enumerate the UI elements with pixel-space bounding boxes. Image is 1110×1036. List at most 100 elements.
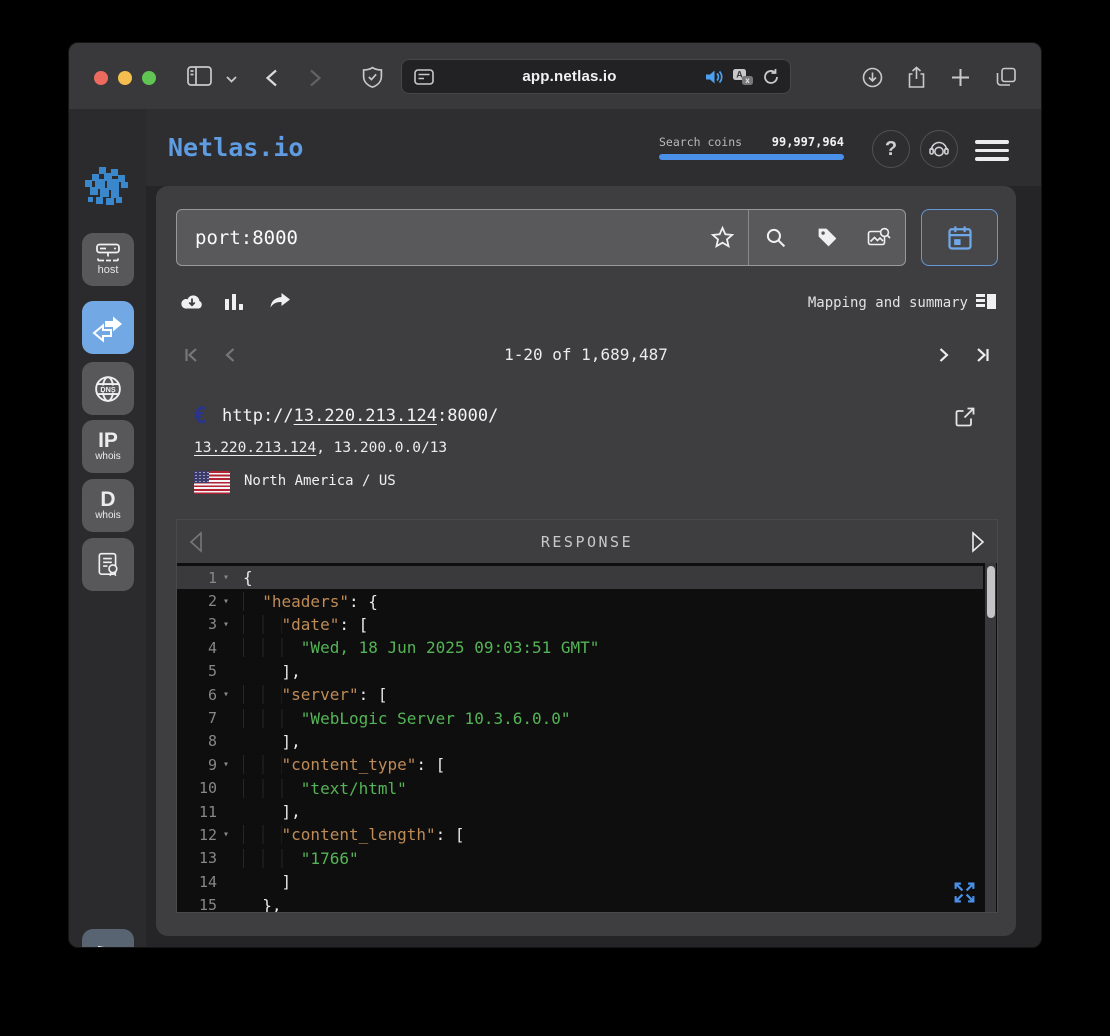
code-text: "headers": { — [235, 592, 378, 611]
calendar-icon — [946, 224, 974, 252]
expand-fullscreen-icon[interactable] — [952, 880, 977, 910]
next-page-icon[interactable] — [932, 344, 954, 371]
panel-right-arrow-icon[interactable] — [967, 530, 987, 559]
results-card: port:8000 — [156, 186, 1016, 936]
domain-whois-sublabel: whois — [95, 510, 121, 521]
line-number: 10 — [177, 779, 217, 797]
reload-icon[interactable] — [762, 68, 780, 86]
close-window-button[interactable] — [94, 71, 108, 85]
code-line: 6▾ "server": [ — [177, 683, 983, 706]
fold-toggle-icon[interactable]: ▾ — [217, 572, 235, 583]
code-scrollbar-thumb[interactable] — [987, 566, 995, 618]
tabs-overview-icon[interactable] — [996, 67, 1017, 88]
sidebar-item-response-search[interactable] — [82, 301, 134, 354]
share-icon[interactable] — [907, 66, 926, 89]
downloads-icon[interactable] — [862, 67, 883, 88]
line-number: 9 — [177, 756, 217, 774]
url-text: app.netlas.io — [434, 68, 705, 85]
sidebar-item-ip-whois[interactable]: IP whois — [82, 420, 134, 473]
search-query-text[interactable]: port:8000 — [177, 227, 696, 249]
code-text: { — [235, 568, 253, 587]
coins-value: 99,997,964 — [772, 135, 844, 149]
code-text: "Wed, 18 Jun 2025 09:03:51 GMT" — [235, 638, 599, 657]
code-text: "server": [ — [235, 685, 388, 704]
download-results-icon[interactable] — [180, 290, 204, 319]
translate-icon[interactable]: A x — [732, 68, 754, 86]
last-page-icon[interactable] — [969, 344, 991, 371]
shield-icon[interactable] — [361, 66, 384, 89]
code-scrollbar[interactable] — [985, 563, 996, 912]
sidebar-item-dns[interactable]: DNS — [82, 362, 134, 415]
ip-link[interactable]: 13.220.213.124 — [194, 440, 316, 456]
code-text: "date": [ — [235, 615, 368, 634]
support-button[interactable] — [920, 130, 958, 168]
netlas-logo[interactable] — [85, 167, 131, 214]
code-line: 9▾ "content_type": [ — [177, 753, 983, 776]
fold-toggle-icon[interactable]: ▾ — [217, 619, 235, 630]
browser-chrome: app.netlas.io A x — [69, 43, 1041, 109]
fold-toggle-icon[interactable]: ▾ — [217, 759, 235, 770]
response-code-viewer: 1▾{2▾ "headers": {3▾ "date": [4 "Wed, 18… — [176, 563, 998, 913]
app-header: Netlas.io Search coins 99,997,964 ? — [146, 109, 1041, 186]
line-number: 11 — [177, 803, 217, 821]
line-number: 3 — [177, 615, 217, 633]
code-text: ] — [235, 872, 291, 891]
chart-stats-icon[interactable] — [223, 292, 245, 317]
code-text: ], — [235, 662, 301, 681]
sidebar-item-domain-whois[interactable]: D whois — [82, 479, 134, 532]
sidebar-item-host[interactable]: host — [82, 233, 134, 286]
code-line: 13 "1766" — [177, 847, 983, 870]
line-number: 12 — [177, 826, 217, 844]
sidebar-toggle-icon[interactable] — [187, 66, 212, 86]
fold-toggle-icon[interactable]: ▾ — [217, 829, 235, 840]
url-port-path: :8000/ — [437, 406, 498, 426]
code-text: ], — [235, 732, 301, 751]
new-tab-icon[interactable] — [951, 68, 970, 87]
url-bar[interactable]: app.netlas.io A x — [401, 59, 791, 94]
open-external-icon[interactable] — [954, 406, 976, 433]
browser-window: app.netlas.io A x — [68, 42, 1042, 948]
result-url: http://13.220.213.124:8000/ — [222, 406, 498, 426]
code-lines: 1▾{2▾ "headers": {3▾ "date": [4 "Wed, 18… — [177, 566, 983, 913]
code-line: 10 "text/html" — [177, 777, 983, 800]
sidebar-item-certificates[interactable] — [82, 538, 134, 591]
chevron-down-icon[interactable] — [226, 76, 237, 83]
result-ip-row: 13.220.213.124, 13.200.0.0/13 — [194, 440, 447, 456]
favorite-star-icon[interactable] — [696, 210, 748, 265]
maximize-window-button[interactable] — [142, 71, 156, 85]
sidebar-item-label: host — [98, 264, 119, 276]
search-input[interactable]: port:8000 — [176, 209, 906, 266]
code-text: "text/html" — [235, 779, 407, 798]
svg-text:x: x — [745, 76, 750, 85]
line-number: 13 — [177, 849, 217, 867]
fold-toggle-icon[interactable]: ▾ — [217, 596, 235, 607]
sidebar-item-tutorials[interactable] — [82, 929, 134, 948]
line-number: 1 — [177, 569, 217, 587]
url-host-link[interactable]: 13.220.213.124 — [294, 406, 437, 426]
history-calendar-button[interactable] — [921, 209, 998, 266]
search-icon[interactable] — [749, 210, 801, 265]
fold-toggle-icon[interactable]: ▾ — [217, 689, 235, 700]
mapping-summary-toggle[interactable]: Mapping and summary — [808, 294, 996, 311]
line-number: 6 — [177, 686, 217, 704]
help-button[interactable]: ? — [872, 130, 910, 168]
minimize-window-button[interactable] — [118, 71, 132, 85]
question-icon: ? — [885, 138, 897, 161]
forward-icon[interactable] — [309, 69, 322, 87]
back-icon[interactable] — [265, 69, 278, 87]
menu-icon[interactable] — [975, 140, 1009, 161]
pagination-range: 1-20 of 1,689,487 — [156, 345, 1016, 364]
code-line: 3▾ "date": [ — [177, 613, 983, 636]
share-results-icon[interactable] — [268, 290, 292, 317]
layout-columns-icon — [976, 294, 996, 311]
page-info-icon[interactable] — [414, 69, 434, 85]
ip-whois-label: IP — [98, 431, 118, 451]
brand-title[interactable]: Netlas.io — [168, 133, 303, 162]
audio-playing-icon[interactable] — [705, 69, 724, 85]
code-line: 11 ], — [177, 800, 983, 823]
headset-icon — [927, 137, 951, 161]
tag-icon[interactable] — [801, 210, 853, 265]
code-line: 12▾ "content_length": [ — [177, 823, 983, 846]
panel-left-arrow-icon[interactable] — [187, 530, 207, 559]
image-search-icon[interactable] — [853, 210, 905, 265]
